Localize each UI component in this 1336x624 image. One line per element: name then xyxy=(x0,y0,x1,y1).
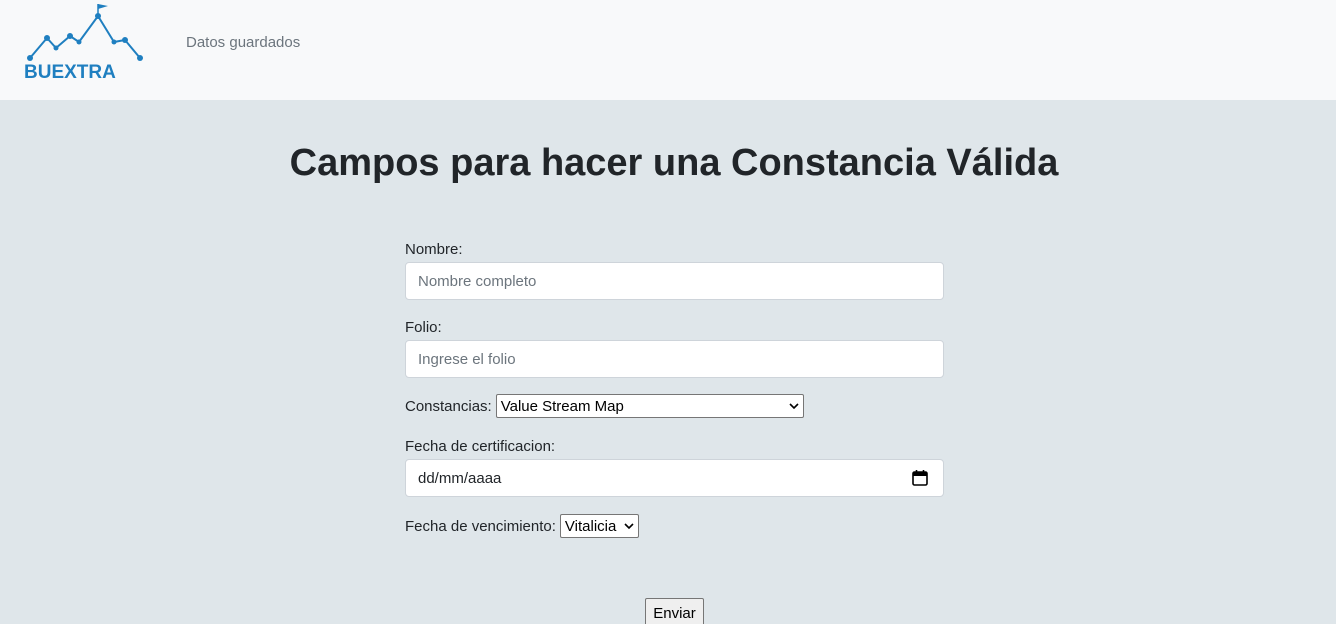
constancias-selected-value: Value Stream Map xyxy=(500,397,624,415)
enviar-button[interactable]: Enviar xyxy=(645,598,704,624)
constancias-label: Constancias: xyxy=(405,397,492,415)
fecha-certificacion-group: Fecha de certificacion: dd/mm/aaaa xyxy=(405,437,944,497)
nav-link-datos-guardados[interactable]: Datos guardados xyxy=(186,34,300,51)
fecha-vencimiento-select[interactable]: Vitalicia xyxy=(559,514,639,538)
buextra-logo[interactable]: BUEXTRA xyxy=(20,2,154,83)
folio-label: Folio: xyxy=(405,319,442,336)
nombre-group: Nombre: xyxy=(405,240,944,300)
fecha-certificacion-input[interactable]: dd/mm/aaaa xyxy=(405,459,944,497)
nombre-input[interactable] xyxy=(405,262,944,300)
folio-group: Folio: xyxy=(405,318,944,378)
fecha-vencimiento-selected-value: Vitalicia xyxy=(564,517,617,535)
constancias-select[interactable]: Value Stream Map xyxy=(495,394,804,418)
logo-text: BUEXTRA xyxy=(24,62,116,82)
folio-input[interactable] xyxy=(405,340,944,378)
constancias-group: Constancias: Value Stream Map xyxy=(405,394,804,418)
navbar: BUEXTRA Datos guardados xyxy=(0,0,1336,100)
chevron-down-icon xyxy=(624,522,634,529)
mountain-logo-icon: BUEXTRA xyxy=(24,4,143,83)
chevron-down-icon xyxy=(789,402,799,409)
page-title: Campos para hacer una Constancia Válida xyxy=(289,142,1059,184)
nombre-label: Nombre: xyxy=(405,241,463,258)
calendar-icon[interactable] xyxy=(911,469,929,487)
fecha-vencimiento-label: Fecha de vencimiento: xyxy=(405,517,556,535)
fecha-vencimiento-group: Fecha de vencimiento: Vitalicia xyxy=(405,514,639,538)
fecha-certificacion-label: Fecha de certificacion: xyxy=(405,438,556,455)
fecha-certificacion-value: dd/mm/aaaa xyxy=(418,469,502,487)
